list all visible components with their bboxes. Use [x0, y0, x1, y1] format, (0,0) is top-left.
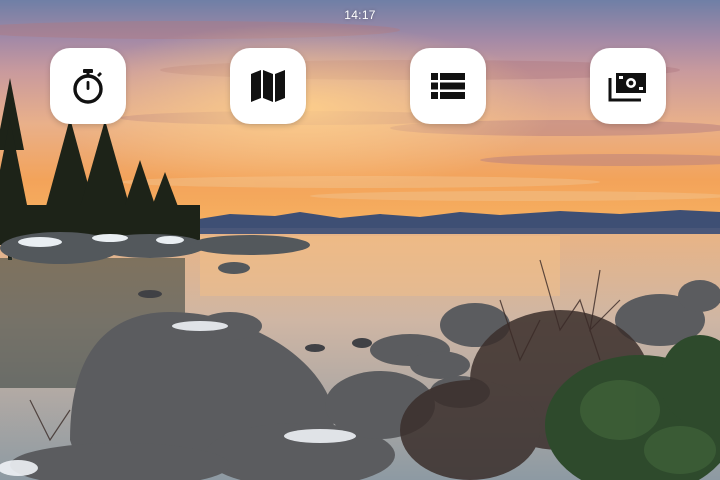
stopwatch-button[interactable] — [50, 48, 126, 124]
list-button[interactable] — [410, 48, 486, 124]
list-icon — [428, 66, 468, 106]
map-icon — [248, 66, 288, 106]
money-icon — [608, 66, 648, 106]
status-bar-clock: 14:17 — [344, 8, 376, 22]
stopwatch-icon — [68, 66, 108, 106]
money-button[interactable] — [590, 48, 666, 124]
map-button[interactable] — [230, 48, 306, 124]
